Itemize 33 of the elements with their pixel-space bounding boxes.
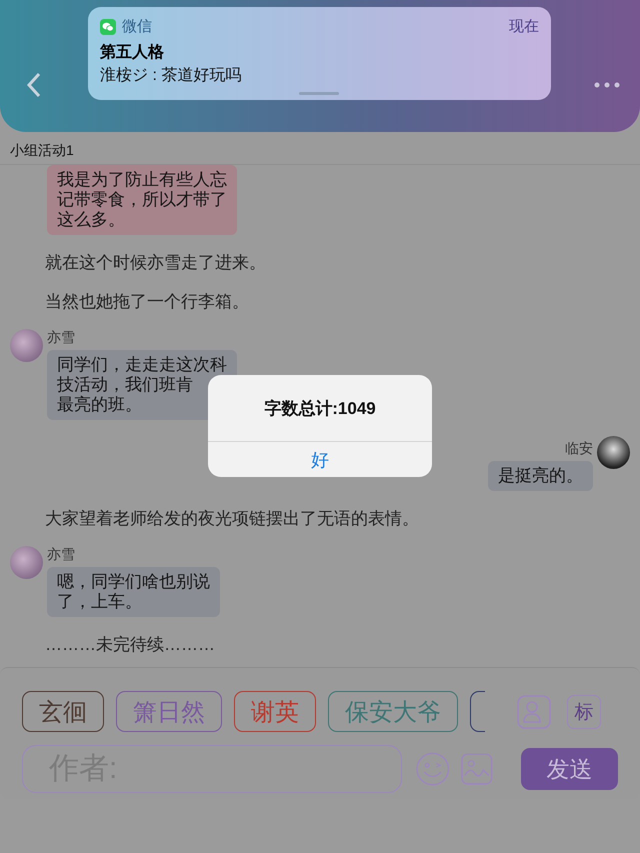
avatar[interactable] [597, 436, 630, 469]
speaker-name: 亦雪 [47, 546, 76, 564]
message-bubble: 同学们，走走走这次科 技活动，我们班肯 最亮的班。 [47, 350, 237, 420]
narration-text: 就在这个时候亦雪走了进来。 [44, 252, 267, 274]
tag-button[interactable]: 标 [567, 694, 601, 728]
speaker-name: 临安 [565, 440, 593, 458]
notification-banner[interactable]: 微信 现在 第五人格 淮桉ジ : 茶道好玩吗 [88, 7, 551, 100]
person-card-icon[interactable] [517, 694, 551, 728]
ok-button[interactable]: 好 [208, 442, 432, 477]
narration-text: ………未完待续……… [44, 634, 216, 656]
message-bubble: 是挺亮的。 [488, 461, 593, 491]
chat-app-icon [100, 18, 116, 34]
character-chip[interactable]: 玄徊 [22, 691, 104, 732]
image-icon[interactable] [461, 752, 493, 786]
send-button[interactable]: 发送 [520, 748, 618, 790]
emoji-icon[interactable] [416, 751, 450, 787]
message-bubble: 我是为了防止有些人忘 记带零食，所以才带了 这么多。 [47, 165, 237, 235]
notification-message: 淮桉ジ : 茶道好玩吗 [100, 66, 242, 86]
app-name: 微信 [122, 17, 152, 36]
message-bubble: 嗯，同学们啥也别说 了，上车。 [47, 567, 220, 617]
more-icon[interactable] [594, 82, 620, 88]
character-chip[interactable]: 谢英 [234, 691, 316, 732]
narration-text: 大家望着老师给发的夜光项链摆出了无语的表情。 [44, 508, 420, 530]
back-icon[interactable] [26, 72, 42, 98]
notification-title: 第五人格 [100, 42, 165, 63]
chip-edge[interactable] [470, 691, 485, 732]
character-chip[interactable]: 保安大爷 [328, 691, 458, 732]
character-chip[interactable]: 箫日然 [116, 691, 222, 732]
alert-message: 字数总计:1049 [208, 375, 432, 442]
speaker-name: 亦雪 [47, 329, 76, 347]
group-title: 小组活动1 [9, 141, 75, 160]
notification-time: 现在 [509, 17, 539, 36]
narration-text: 当然也她拖了一个行李箱。 [44, 291, 250, 313]
